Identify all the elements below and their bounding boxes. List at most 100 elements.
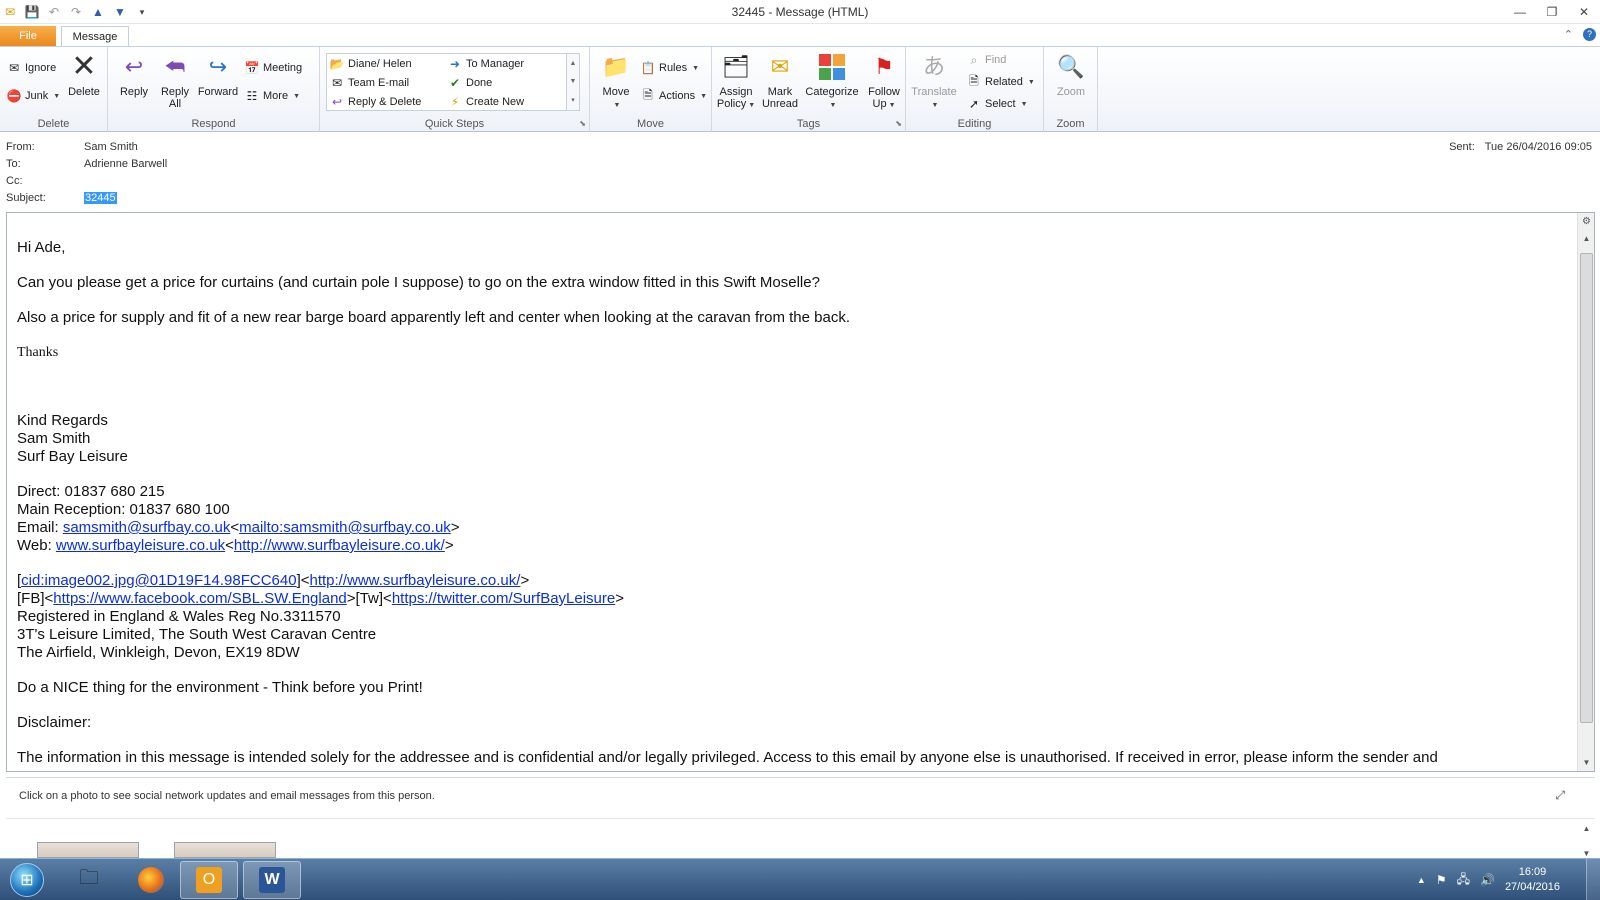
subject-value[interactable]: 32445 [84, 192, 117, 204]
junk-icon: ⛔ [6, 89, 22, 103]
message-body[interactable]: Hi Ade, Can you please get a price for c… [6, 212, 1595, 772]
rules-button[interactable]: 📋 Rules ▼ [640, 59, 700, 77]
group-label-move: Move [637, 118, 664, 130]
quickstep-to-manager[interactable]: ➜ To Manager [447, 55, 524, 73]
assign-policy-button[interactable]: 🗂 Assign Policy ▼ [714, 51, 758, 112]
restore-icon[interactable]: ❐ [1536, 0, 1568, 24]
related-icon: 🗎 [969, 73, 979, 88]
body-paragraph-2: Also a price for supply and fit of a new… [17, 309, 850, 326]
select-button[interactable]: ➚ Select ▼ [966, 95, 1028, 113]
system-clock[interactable]: 16:09 27/04/2016 [1505, 865, 1560, 895]
delete-button[interactable]: ✕ Delete [62, 50, 106, 99]
facebook-link[interactable]: https://www.facebook.com/SBL.SW.England [53, 590, 346, 607]
windows-logo-icon: ⊞ [10, 863, 44, 897]
quickstep-team-email[interactable]: ✉ Team E-mail [329, 74, 409, 92]
magnifier-icon: 🔍 [1057, 54, 1085, 79]
scroll-up-icon[interactable]: ▲ [1583, 824, 1591, 833]
contact-photo-recipient[interactable] [174, 842, 276, 858]
group-label-delete: Delete [37, 118, 70, 130]
quick-steps-gallery: 📂 Diane/ Helen ✉ Team E-mail ↩ Reply & Dele… [326, 53, 576, 111]
reply-button[interactable]: ↩ Reply [112, 51, 156, 99]
sent-info: Sent: Tue 26/04/2016 09:05 [1449, 141, 1592, 153]
people-pane-scroll[interactable]: ▲ ▼ [1578, 824, 1595, 858]
outlook-icon: O [196, 867, 222, 893]
start-button[interactable]: ⊞ [4, 861, 50, 899]
infobar-icon[interactable]: ⚙ [1578, 213, 1594, 230]
actions-button[interactable]: 🗎 Actions ▼ [640, 87, 707, 105]
follow-up-button[interactable]: ⚑ Follow Up ▼ [862, 51, 906, 112]
ignore-icon: ✉ [8, 61, 20, 75]
scroll-down-icon[interactable]: ▼ [570, 78, 577, 85]
scroll-down-arrow-icon[interactable]: ▼ [1578, 754, 1594, 771]
body-scrollbar[interactable]: ⚙ ▲ ▼ [1577, 213, 1594, 771]
mailto-link[interactable]: mailto:samsmith@surfbay.co.uk [239, 519, 451, 536]
system-tray: ▲ ⚑ 🖧 🔊 16:09 27/04/2016 [1417, 859, 1560, 900]
quick-steps-scroll[interactable]: ▲ ▼ ▾ [566, 53, 580, 111]
body-paragraph-1: Can you please get a price for curtains … [17, 274, 820, 291]
group-tags: 🗂 Assign Policy ▼ ✉ Mark Unread Categoriz… [712, 47, 906, 132]
taskbar-word[interactable]: W [243, 861, 301, 899]
scroll-down-icon[interactable]: ▼ [1583, 849, 1591, 858]
message-header: From: Sam Smith To: Adrienne Barwell Cc:… [0, 133, 1600, 208]
taskbar-explorer[interactable]: 🗀 [60, 861, 118, 899]
meeting-icon: 📅 [244, 61, 260, 75]
quickstep-diane-helen[interactable]: 📂 Diane/ Helen [329, 55, 412, 73]
mark-unread-button[interactable]: ✉ Mark Unread [758, 51, 802, 111]
social-line: [FB]<https://www.facebook.com/SBL.SW.Eng… [17, 590, 625, 607]
action-center-flag-icon[interactable]: ⚑ [1436, 873, 1447, 887]
expand-gallery-icon[interactable]: ▾ [571, 96, 575, 104]
more-button[interactable]: ☷ More ▼ [244, 87, 300, 105]
to-manager-icon: ➜ [449, 57, 461, 71]
twitter-link[interactable]: https://twitter.com/SurfBayLeisure [392, 590, 615, 607]
find-button[interactable]: ⌕ Find [966, 51, 1007, 69]
web-link[interactable]: www.surfbayleisure.co.uk [56, 537, 225, 554]
translate-button[interactable]: あ Translate ▼ [908, 51, 960, 112]
group-label-quick-steps: Quick Steps [424, 118, 485, 130]
contact-photo-sender[interactable] [37, 842, 139, 858]
reply-all-button[interactable]: ⮪ Reply All [153, 51, 197, 111]
reply-all-icon: ⮪ [164, 54, 186, 79]
junk-button[interactable]: ⛔ Junk ▼ [6, 87, 61, 105]
expand-people-pane-icon[interactable]: ⤢ [1555, 788, 1565, 803]
actions-icon: 🗎 [643, 87, 653, 102]
meeting-button[interactable]: 📅 Meeting [244, 59, 303, 77]
company-full-name: 3T's Leisure Limited, The South West Car… [17, 626, 377, 643]
minimize-icon[interactable]: — [1504, 0, 1536, 24]
quickstep-reply-delete[interactable]: ↩ Reply & Delete [329, 93, 421, 111]
environment-note: Do a NICE thing for the environment - Th… [17, 679, 423, 696]
move-button[interactable]: 📁 Move ▼ [594, 51, 638, 112]
ignore-button[interactable]: ✉ Ignore [6, 59, 56, 77]
scroll-up-arrow-icon[interactable]: ▲ [1578, 230, 1594, 247]
categorize-button[interactable]: Categorize ▼ [804, 51, 860, 112]
related-button[interactable]: 🗎 Related ▼ [966, 73, 1035, 91]
network-icon[interactable]: 🖧 [1457, 870, 1470, 891]
scroll-up-icon[interactable]: ▲ [570, 60, 577, 67]
email-line: Email: samsmith@surfbay.co.uk<mailto:sam… [17, 519, 460, 536]
close-icon[interactable]: ✕ [1568, 0, 1600, 24]
tab-message[interactable]: Message [61, 26, 129, 48]
rules-icon: 📋 [640, 61, 656, 75]
forward-button[interactable]: ↪ Forward [196, 51, 240, 99]
web-url-link[interactable]: http://www.surfbayleisure.co.uk/ [234, 537, 445, 554]
taskbar-outlook[interactable]: O [180, 861, 238, 899]
tab-file[interactable]: File [0, 26, 56, 47]
quickstep-done[interactable]: ✔ Done [447, 74, 492, 92]
taskbar-firefox[interactable] [122, 861, 180, 899]
checkmark-icon: ✔ [449, 76, 461, 90]
show-hidden-icons-icon[interactable]: ▲ [1417, 875, 1426, 885]
delete-x-icon: ✕ [71, 50, 97, 83]
cid-url-link[interactable]: http://www.surfbayleisure.co.uk/ [310, 572, 521, 589]
volume-icon[interactable]: 🔊 [1480, 873, 1495, 887]
scrollbar-thumb[interactable] [1580, 253, 1593, 723]
show-desktop-button[interactable] [1586, 859, 1600, 900]
quickstep-create-new[interactable]: ⚡ Create New [447, 93, 524, 111]
zoom-button[interactable]: 🔍 Zoom [1049, 51, 1093, 99]
people-pane-divider [6, 818, 1595, 819]
email-link[interactable]: samsmith@surfbay.co.uk [63, 519, 231, 536]
to-value[interactable]: Adrienne Barwell [84, 158, 167, 170]
cid-image-link[interactable]: cid:image002.jpg@01D19F14.98FCC640 [21, 572, 296, 589]
thanks-text: Thanks [17, 345, 59, 360]
minimize-ribbon-icon[interactable]: ⌃ [1564, 28, 1573, 41]
from-value[interactable]: Sam Smith [84, 141, 138, 153]
help-icon[interactable]: ? [1583, 28, 1596, 41]
